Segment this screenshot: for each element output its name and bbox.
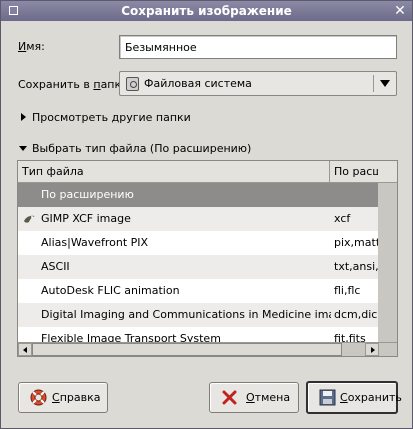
file-type-ext: xcf xyxy=(334,212,351,225)
expander-right-icon xyxy=(21,113,26,121)
column-header-extension[interactable]: По расш xyxy=(330,161,378,183)
scroll-left-button[interactable] xyxy=(18,343,32,356)
help-button[interactable]: Справка xyxy=(18,382,108,413)
arrow-right-icon xyxy=(371,347,375,353)
file-type-name: ASCII xyxy=(41,260,70,273)
save-in-folder-combo[interactable]: Файловая система xyxy=(119,71,397,96)
save-button-label: Сохранить xyxy=(340,391,402,404)
lifebuoy-icon xyxy=(30,389,47,406)
cancel-button[interactable]: Отмена xyxy=(209,382,299,413)
wilber-icon xyxy=(24,215,35,223)
file-type-ext: dcm,dic xyxy=(334,308,378,321)
select-file-type-expander[interactable]: Выбрать тип файла (По расширению) xyxy=(18,141,258,157)
folder-combo-value: Файловая система xyxy=(144,77,252,90)
save-button[interactable]: Сохранить xyxy=(306,381,402,414)
horizontal-scrollbar[interactable] xyxy=(18,342,397,356)
cancel-button-label: Отмена xyxy=(246,391,291,404)
floppy-icon xyxy=(319,389,336,406)
file-type-expander-label: Выбрать тип файла (По расширению) xyxy=(32,142,252,155)
harddisk-icon xyxy=(126,77,139,91)
filename-input[interactable] xyxy=(119,35,397,59)
combo-separator xyxy=(373,75,374,92)
list-item[interactable]: AutoDesk FLIC animation fli,flc xyxy=(18,279,378,303)
file-type-ext: fli,flc xyxy=(334,284,361,297)
browse-label: Просмотреть другие папки xyxy=(32,111,191,124)
list-item[interactable]: Flexible Image Transport System fit,fits xyxy=(18,327,378,342)
window-menu-icon[interactable] xyxy=(5,3,21,19)
expander-down-icon xyxy=(19,146,27,151)
vertical-scrollbar-trough[interactable] xyxy=(378,183,397,342)
file-type-name: AutoDesk FLIC animation xyxy=(41,284,180,297)
column-header-type[interactable]: Тип файла xyxy=(18,161,330,183)
list-item[interactable]: ASCII txt,ansi,t xyxy=(18,255,378,279)
file-type-name: Digital Imaging and Communications in Me… xyxy=(41,308,331,321)
folder-label: Сохранить в папке xyxy=(18,78,128,91)
list-header: Тип файла По расш xyxy=(18,161,397,183)
chevron-down-icon[interactable] xyxy=(380,80,390,87)
cancel-x-icon xyxy=(222,390,237,405)
name-label: Имя: xyxy=(18,40,45,53)
list-item[interactable]: GIMP XCF image xcf xyxy=(18,207,378,231)
file-type-ext: txt,ansi,t xyxy=(334,260,378,273)
close-icon[interactable]: ✕ xyxy=(392,3,408,19)
file-type-ext: pix,matt xyxy=(334,236,378,249)
title-bar[interactable]: Сохранить изображение ✕ xyxy=(1,1,412,21)
horizontal-scroll-thumb[interactable] xyxy=(32,343,342,356)
help-button-label: Справка xyxy=(52,391,101,404)
list-item[interactable]: По расширению xyxy=(18,183,378,207)
file-type-name: GIMP XCF image xyxy=(41,212,131,225)
list-item[interactable]: Digital Imaging and Communications in Me… xyxy=(18,303,378,327)
file-type-list: Тип файла По расш По расширению GIMP XCF… xyxy=(17,160,398,357)
save-image-dialog: Сохранить изображение ✕ Имя: Сохранить в… xyxy=(0,0,413,429)
file-type-name: Alias|Wavefront PIX xyxy=(41,236,149,249)
window-title: Сохранить изображение xyxy=(121,4,292,18)
file-type-name: По расширению xyxy=(41,188,134,201)
list-item[interactable]: Alias|Wavefront PIX pix,matt xyxy=(18,231,378,255)
file-type-name: Flexible Image Transport System xyxy=(41,332,221,342)
file-type-ext: fit,fits xyxy=(334,332,366,342)
arrow-left-icon xyxy=(23,347,27,353)
browse-other-folders-expander[interactable]: Просмотреть другие папки xyxy=(18,110,218,126)
scroll-right-button[interactable] xyxy=(365,343,379,356)
